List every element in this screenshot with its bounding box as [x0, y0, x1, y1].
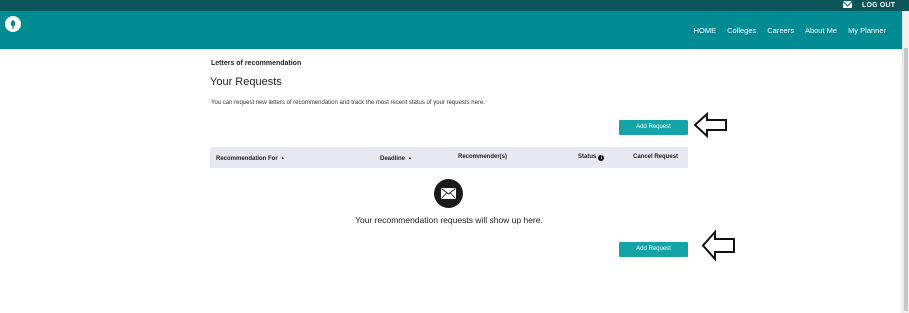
leaf-logo-icon[interactable]: [5, 16, 21, 32]
nav-menu: HOME Colleges Careers About Me My Planne…: [694, 26, 886, 35]
intro-text: You can request new letters of recommend…: [211, 100, 485, 106]
nav-item-my-planner[interactable]: My Planner: [848, 26, 886, 35]
column-cancel-request: Cancel Request: [633, 154, 679, 160]
nav-item-colleges[interactable]: Colleges: [727, 26, 756, 35]
nav-item-home[interactable]: HOME: [694, 26, 717, 35]
empty-state-message: Your recommendation requests will show u…: [355, 215, 543, 225]
column-deadline[interactable]: Deadline ▲: [380, 154, 412, 163]
table-header: Recommendation For ▲ Deadline ▲ Recommende…: [210, 147, 688, 168]
main-navbar: HOME Colleges Careers About Me My Planne…: [0, 11, 902, 49]
top-utility-bar: LOG OUT: [0, 0, 909, 11]
caret-up-icon: ▲: [408, 155, 412, 160]
column-recommenders: Recommender(s): [458, 154, 508, 160]
add-request-button[interactable]: Add Request: [619, 242, 688, 257]
left-arrow-icon: [701, 230, 735, 261]
column-recommendation-for[interactable]: Recommendation For ▲: [216, 154, 285, 163]
breadcrumb: Letters of recommendation: [211, 60, 302, 67]
nav-item-careers[interactable]: Careers: [767, 26, 794, 35]
scrollbar-thumb[interactable]: [904, 48, 908, 311]
column-status: Status i: [578, 154, 605, 161]
page-title: Your Requests: [210, 76, 282, 88]
left-arrow-icon: [693, 112, 727, 138]
envelope-icon[interactable]: [843, 1, 852, 8]
page-scrollbar[interactable]: [902, 11, 909, 313]
nav-item-about-me[interactable]: About Me: [805, 26, 837, 35]
add-request-button[interactable]: Add Request: [619, 120, 688, 135]
envelope-icon: [434, 179, 463, 208]
caret-up-icon: ▲: [280, 155, 285, 160]
info-icon[interactable]: i: [598, 155, 605, 161]
logout-link[interactable]: LOG OUT: [862, 1, 895, 10]
